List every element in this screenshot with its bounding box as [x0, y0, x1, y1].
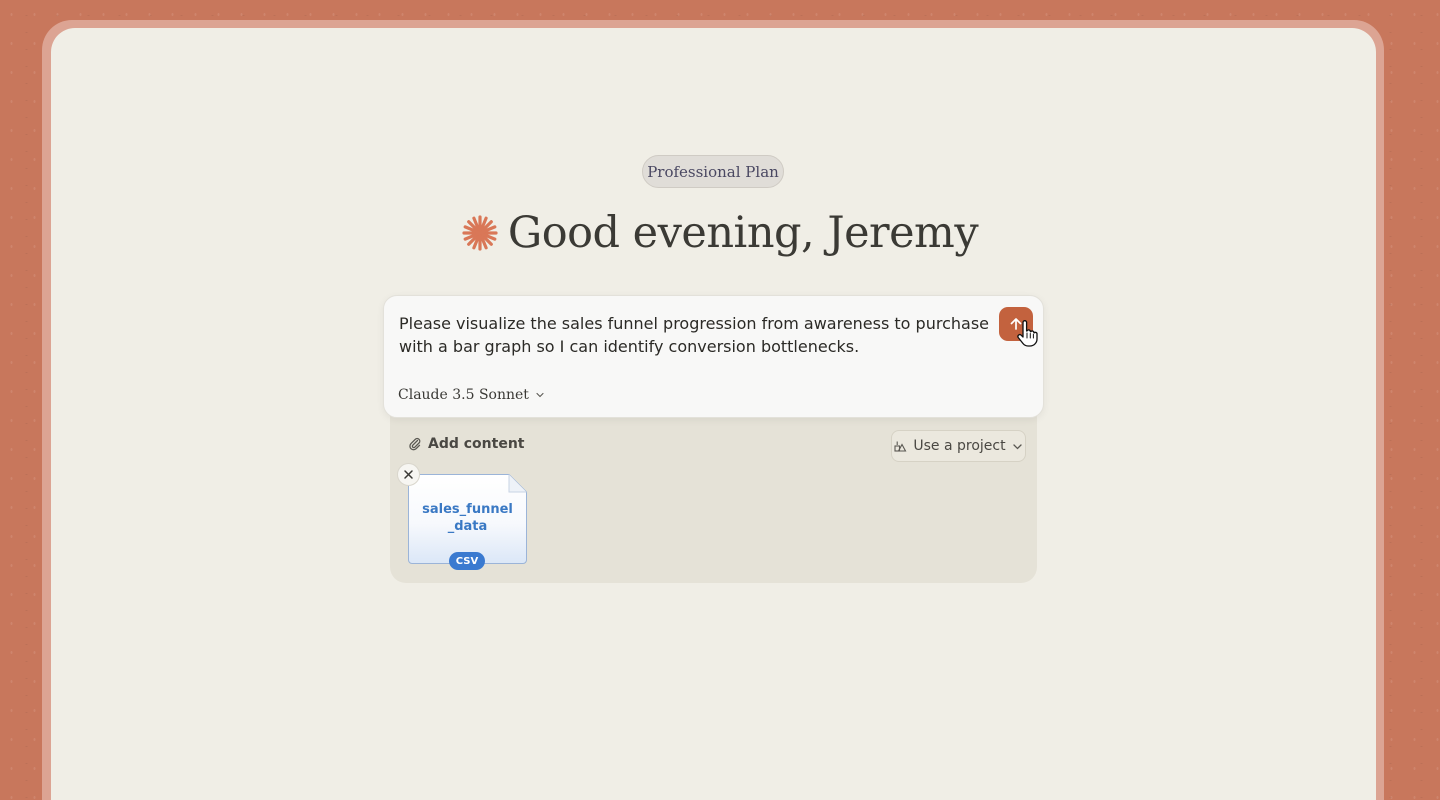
add-content-button[interactable]: Add content: [408, 436, 524, 452]
use-project-label: Use a project: [913, 438, 1006, 454]
close-icon: [404, 470, 413, 479]
remove-attachment-button[interactable]: [397, 463, 420, 486]
chevron-down-icon: [536, 392, 544, 398]
greeting-header: Good evening, Jeremy: [0, 208, 1440, 258]
attachment-card[interactable]: sales_funnel _data CSV: [408, 474, 527, 570]
model-name: Claude 3.5 Sonnet: [398, 387, 529, 403]
add-content-label: Add content: [428, 436, 525, 452]
chevron-down-icon: [1012, 443, 1022, 449]
attachment-file-name: sales_funnel _data: [422, 502, 513, 534]
project-icon: [894, 441, 907, 452]
attachment-type-badge: CSV: [449, 552, 485, 570]
greeting-text: Good evening, Jeremy: [507, 208, 979, 258]
prompt-composer[interactable]: Please visualize the sales funnel progre…: [383, 295, 1044, 418]
prompt-input[interactable]: Please visualize the sales funnel progre…: [399, 312, 989, 358]
use-project-button[interactable]: Use a project: [891, 430, 1026, 462]
plan-badge[interactable]: Professional Plan: [642, 155, 784, 188]
model-selector[interactable]: Claude 3.5 Sonnet: [398, 387, 545, 403]
attachments-tray: Add content Use a project sales_funnel _…: [390, 404, 1037, 583]
paperclip-icon: [409, 437, 421, 451]
claude-spark-icon: [462, 215, 498, 251]
hand-cursor-icon: [1017, 320, 1038, 347]
